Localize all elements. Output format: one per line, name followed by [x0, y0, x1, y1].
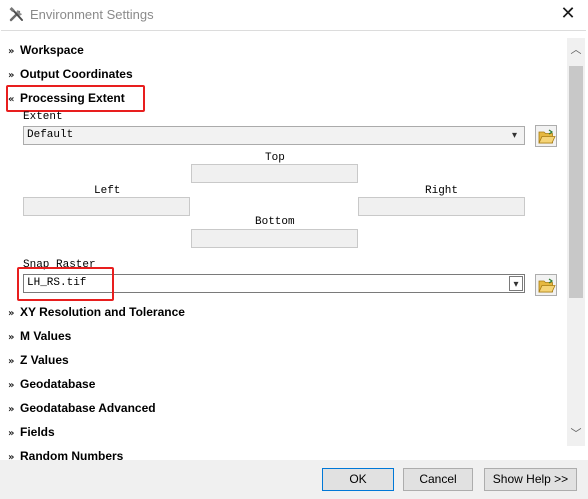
section-random-numbers[interactable]: » Random Numbers — [8, 449, 123, 460]
extent-label: Extent — [23, 111, 63, 123]
extent-value: Default — [27, 129, 74, 141]
snap-raster-label: Snap Raster — [23, 259, 96, 271]
extent-dropdown[interactable]: Default ▾ — [23, 126, 525, 145]
expand-chevron-icon: » — [8, 452, 15, 460]
expand-chevron-icon: » — [8, 46, 15, 57]
expand-chevron-icon: » — [8, 356, 15, 367]
scroll-thumb[interactable] — [569, 66, 583, 298]
ok-button[interactable]: OK — [322, 468, 394, 491]
collapse-chevron-icon: « — [8, 94, 15, 105]
expand-chevron-icon: » — [8, 404, 15, 415]
snap-raster-browse-button[interactable] — [535, 274, 557, 296]
tools-icon — [8, 6, 26, 24]
right-input[interactable] — [358, 197, 525, 216]
folder-open-icon — [538, 129, 556, 144]
cancel-button[interactable]: Cancel — [403, 468, 473, 491]
title-bar: Environment Settings ✕ — [0, 0, 588, 30]
dialog-footer: OK Cancel Show Help >> — [0, 460, 588, 499]
section-label: Geodatabase — [20, 377, 96, 391]
section-workspace[interactable]: » Workspace — [8, 43, 84, 61]
right-label: Right — [425, 185, 459, 197]
section-label: Random Numbers — [20, 449, 124, 460]
section-fields[interactable]: » Fields — [8, 425, 55, 443]
top-label: Top — [265, 152, 285, 164]
chevron-down-icon: ▾ — [511, 130, 518, 141]
section-label: Geodatabase Advanced — [20, 401, 156, 415]
section-processing-extent[interactable]: « Processing Extent — [8, 91, 125, 109]
section-geodatabase-advanced[interactable]: » Geodatabase Advanced — [8, 401, 156, 419]
section-label: XY Resolution and Tolerance — [20, 305, 185, 319]
left-label: Left — [94, 185, 121, 197]
window-title: Environment Settings — [30, 7, 154, 22]
close-icon[interactable]: ✕ — [554, 3, 582, 25]
section-label: M Values — [20, 329, 72, 343]
expand-chevron-icon: » — [8, 380, 15, 391]
section-label: Z Values — [20, 353, 69, 367]
scroll-up-icon[interactable]: ︿ — [567, 42, 585, 58]
section-z-values[interactable]: » Z Values — [8, 353, 69, 371]
section-geodatabase[interactable]: » Geodatabase — [8, 377, 95, 395]
top-input[interactable] — [191, 164, 358, 183]
section-label: Output Coordinates — [20, 67, 133, 81]
section-label: Processing Extent — [20, 91, 125, 105]
section-output-coordinates[interactable]: » Output Coordinates — [8, 67, 133, 85]
section-label: Fields — [20, 425, 55, 439]
expand-chevron-icon: » — [8, 332, 15, 343]
show-help-button[interactable]: Show Help >> — [484, 468, 577, 491]
section-xy-resolution[interactable]: » XY Resolution and Tolerance — [8, 305, 185, 323]
vertical-scrollbar[interactable]: ︿ ﹀ — [567, 38, 585, 446]
chevron-down-icon: ▾ — [509, 276, 523, 291]
expand-chevron-icon: » — [8, 308, 15, 319]
expand-chevron-icon: » — [8, 70, 15, 81]
section-m-values[interactable]: » M Values — [8, 329, 71, 347]
left-input[interactable] — [23, 197, 190, 216]
section-label: Workspace — [20, 43, 84, 57]
bottom-label: Bottom — [255, 216, 295, 228]
bottom-input[interactable] — [191, 229, 358, 248]
settings-panel: » Workspace » Output Coordinates « Processi… — [1, 30, 586, 460]
expand-chevron-icon: » — [8, 428, 15, 439]
snap-raster-value: LH_RS.tif — [27, 277, 87, 289]
folder-open-icon — [538, 278, 556, 293]
snap-raster-dropdown[interactable]: LH_RS.tif ▾ — [23, 274, 525, 293]
scroll-down-icon[interactable]: ﹀ — [567, 426, 585, 442]
extent-browse-button[interactable] — [535, 125, 557, 147]
